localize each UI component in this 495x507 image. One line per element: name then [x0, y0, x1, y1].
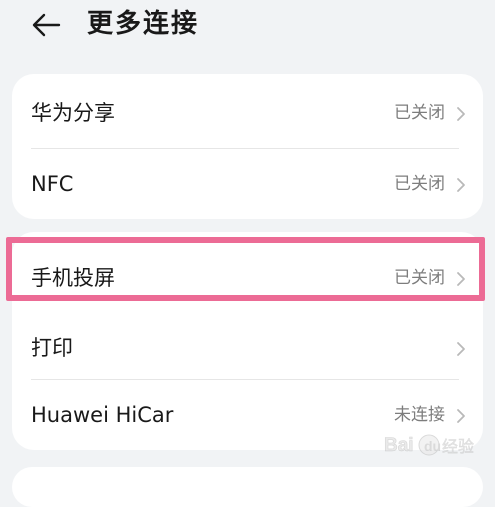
- huawei-share-label: 华为分享: [31, 101, 115, 125]
- print-label: 打印: [31, 336, 73, 360]
- chevron-right-icon: [457, 107, 465, 121]
- chevron-right-icon: [457, 272, 465, 286]
- huawei-share-item[interactable]: 华为分享 已关闭: [12, 78, 483, 148]
- arrow-left-icon: [32, 13, 61, 37]
- screen-projection-status: 已关闭: [394, 268, 445, 288]
- settings-card-sharing: 华为分享 已关闭 NFC 已关闭: [12, 74, 483, 219]
- settings-card-more: [12, 467, 483, 507]
- back-button[interactable]: [26, 8, 66, 42]
- hicar-label: Huawei HiCar: [31, 403, 174, 427]
- screen-projection-item[interactable]: 手机投屏 已关闭: [12, 243, 483, 313]
- baidu-jingyan-watermark-logo: Bai du 经验: [384, 434, 474, 456]
- chevron-right-icon: [457, 178, 465, 192]
- nfc-label: NFC: [31, 172, 74, 196]
- page-title: 更多连接: [87, 9, 200, 39]
- settings-card-connections: 手机投屏 已关闭 打印 Huawei HiCar 未连接: [12, 232, 483, 450]
- svg-text:Bai: Bai: [384, 435, 414, 456]
- chevron-right-icon: [457, 409, 465, 423]
- screen-projection-label: 手机投屏: [31, 266, 115, 290]
- nfc-status: 已关闭: [394, 174, 445, 194]
- nfc-item[interactable]: NFC 已关闭: [12, 149, 483, 219]
- huawei-share-status: 已关闭: [394, 103, 445, 123]
- header-bar: 更多连接: [0, 0, 495, 55]
- print-item[interactable]: 打印: [12, 313, 483, 383]
- svg-text:经验: 经验: [442, 437, 474, 456]
- svg-text:du: du: [424, 438, 441, 454]
- chevron-right-icon: [457, 342, 465, 356]
